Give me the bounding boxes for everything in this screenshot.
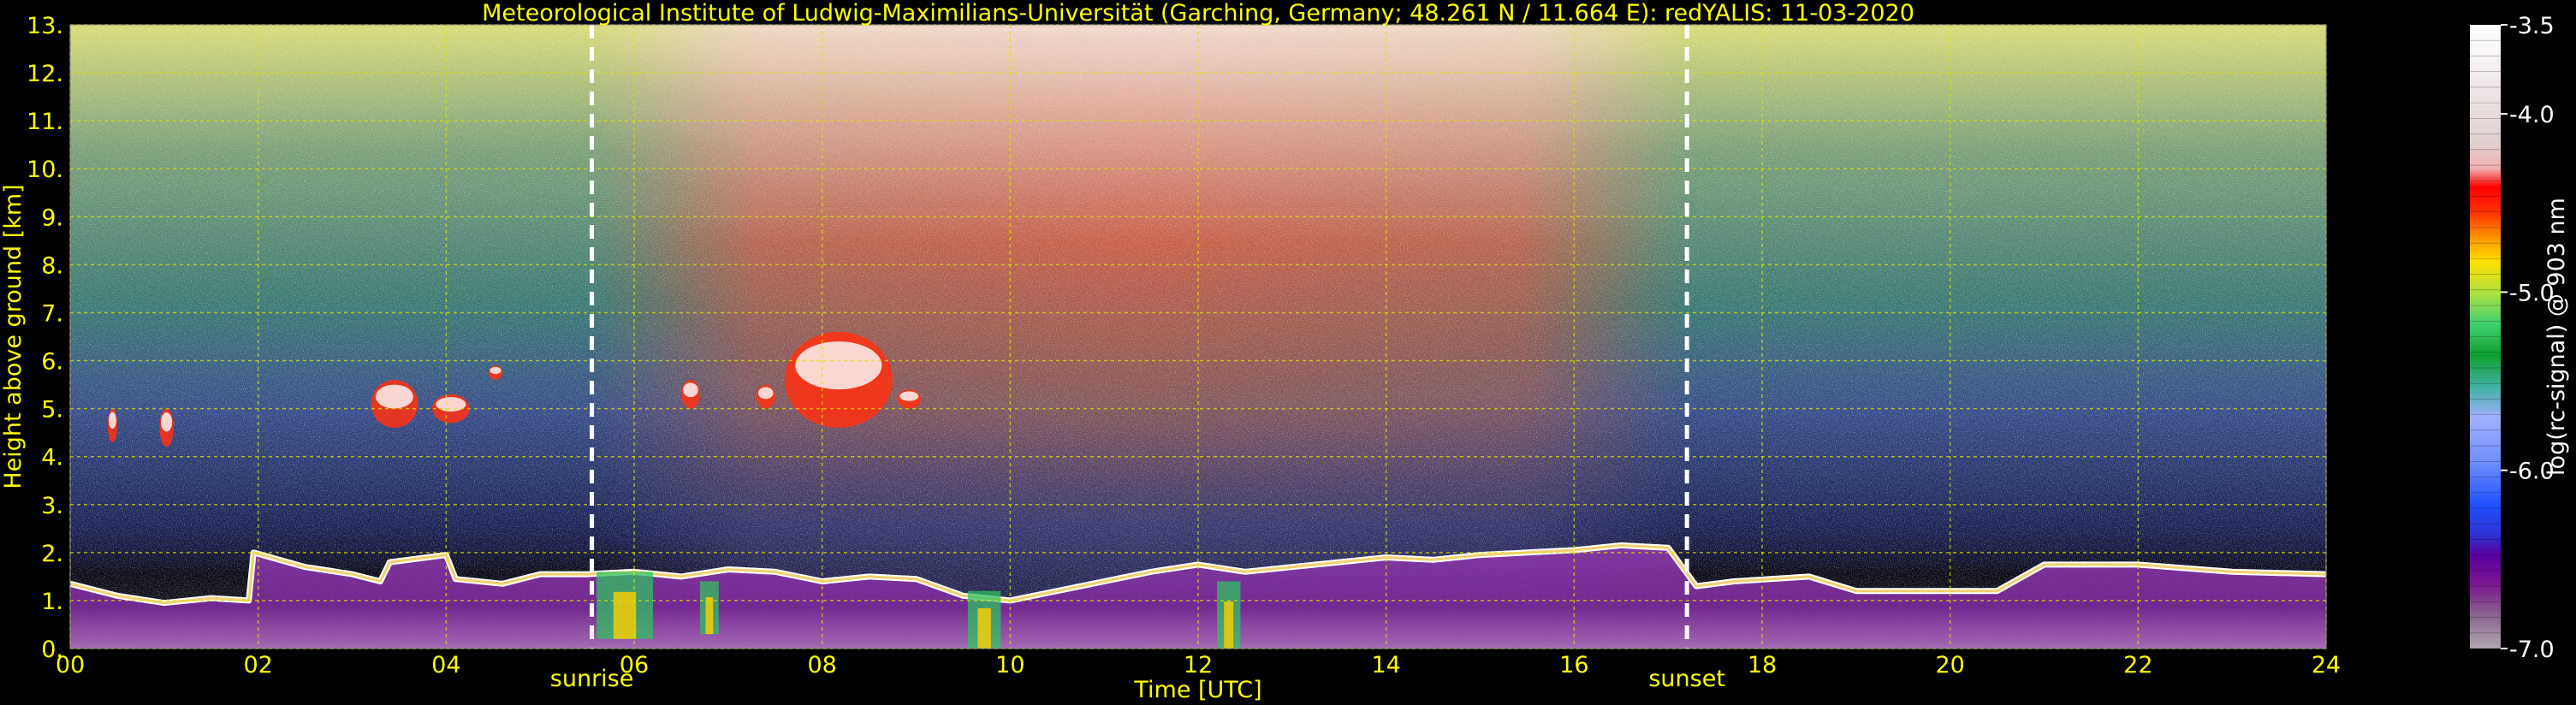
cloud-patch-core xyxy=(757,387,774,400)
sunset-label: sunset xyxy=(1648,666,1725,692)
colorbar: -3.5-4.0-5.0-6.0-7.0log(rc-signal) @ 903… xyxy=(2470,13,2570,663)
y-axis-label: Height above ground [km] xyxy=(0,184,27,489)
colorbar-tick-label: -4.0 xyxy=(2509,102,2555,128)
y-tick-label: 13. xyxy=(27,13,63,39)
rain-streak-core xyxy=(613,591,637,639)
y-tick-label: 5. xyxy=(41,397,63,424)
y-tick-label: 0. xyxy=(41,637,63,663)
cloud-patch-core xyxy=(436,397,466,412)
y-tick-label: 7. xyxy=(41,300,63,327)
cloud-patch-core xyxy=(899,391,919,401)
x-tick-label: 24 xyxy=(2312,652,2341,678)
x-tick-label: 06 xyxy=(620,652,649,678)
lidar-chart: sunrise sunset00 02 04 06 08 10 12 14 16 18 20 22 240… xyxy=(0,0,2570,703)
y-tick-label: 12. xyxy=(27,61,63,87)
y-tick-label: 3. xyxy=(41,493,63,519)
y-tick-label: 9. xyxy=(41,204,63,231)
cloud-patch-core xyxy=(795,341,882,390)
y-tick-label: 1. xyxy=(41,589,63,615)
x-axis-label: Time [UTC] xyxy=(1133,677,1261,703)
y-tick-label: 6. xyxy=(41,349,63,376)
x-tick-label: 16 xyxy=(1559,652,1588,678)
cloud-patch-core xyxy=(160,412,173,432)
y-tick-label: 4. xyxy=(41,445,63,471)
cloud-patch-core xyxy=(490,366,502,375)
cloud-patch-core xyxy=(375,384,413,409)
x-tick-label: 12 xyxy=(1184,652,1213,678)
colorbar-tick-label: -7.0 xyxy=(2509,637,2555,663)
rain-streak-core xyxy=(977,607,991,649)
colorbar-label: log(rc-signal) @ 903 nm xyxy=(2543,198,2570,476)
y-tick-label: 10. xyxy=(27,157,63,183)
x-tick-label: 20 xyxy=(1935,652,1964,678)
x-tick-label: 18 xyxy=(1748,652,1777,678)
x-tick-label: 02 xyxy=(243,652,272,678)
cloud-patch-core xyxy=(683,382,698,398)
x-tick-label: 22 xyxy=(2123,652,2152,678)
x-tick-label: 04 xyxy=(431,652,460,678)
y-tick-label: 11. xyxy=(27,109,63,135)
x-tick-label: 08 xyxy=(807,652,836,678)
colorbar-tick-label: -3.5 xyxy=(2509,13,2555,39)
x-tick-label: 14 xyxy=(1371,652,1400,678)
rain-streak-core xyxy=(705,596,714,635)
x-tick-label: 10 xyxy=(995,652,1024,678)
rain-streak-core xyxy=(1224,601,1234,649)
cloud-patch-core xyxy=(109,412,116,430)
plot-area: sunrise sunset00 02 04 06 08 10 12 14 16 18 20 22 240… xyxy=(0,0,2341,703)
y-tick-label: 8. xyxy=(41,252,63,279)
chart-title: Meteorological Institute of Ludwig-Maxim… xyxy=(482,0,1914,27)
y-tick-label: 2. xyxy=(41,541,63,567)
